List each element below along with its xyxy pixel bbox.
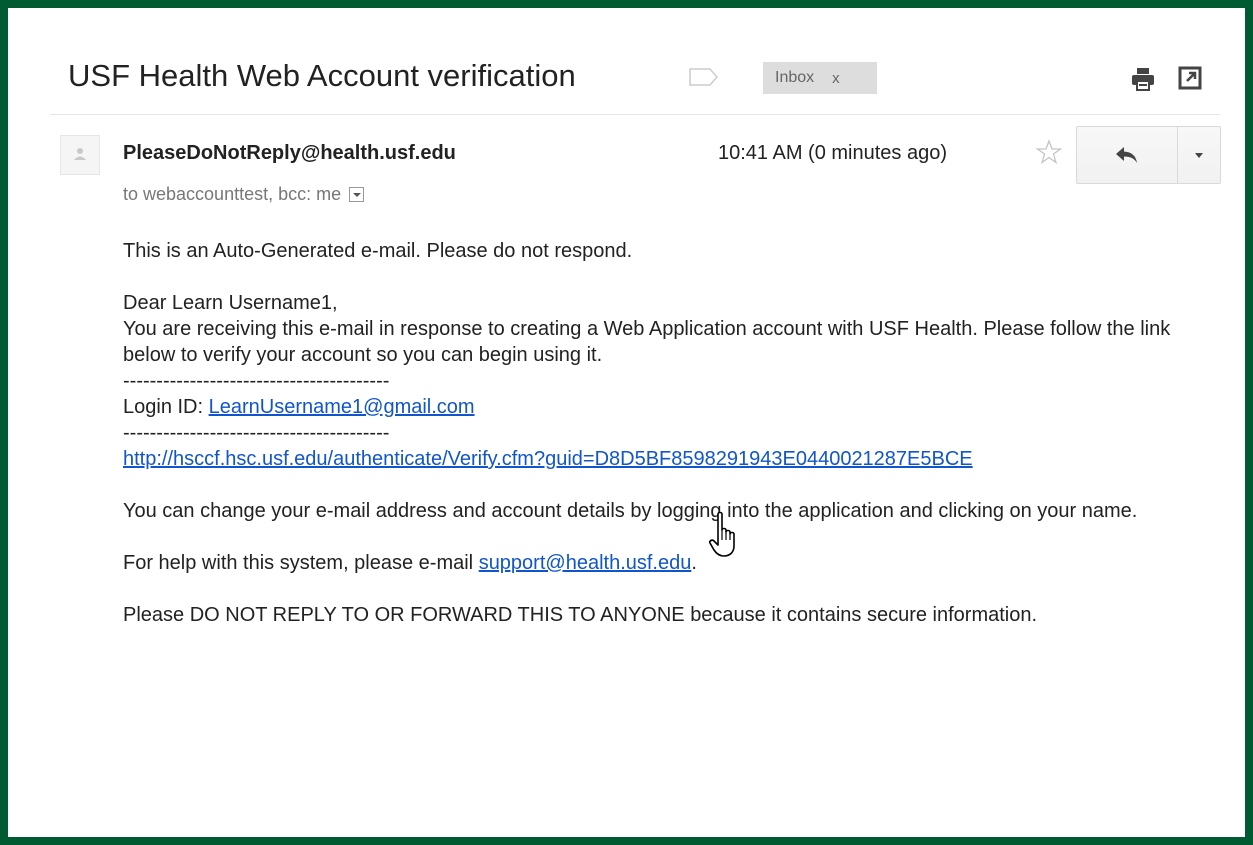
star-icon[interactable]: [1035, 139, 1063, 165]
recipients-line: to webaccounttest, bcc: me: [123, 184, 365, 205]
subject-divider: [50, 114, 1220, 115]
inbox-label-text: Inbox: [775, 69, 815, 86]
sender-avatar: [60, 135, 100, 175]
more-options-button[interactable]: [1178, 127, 1220, 183]
remove-label-button[interactable]: x: [832, 70, 840, 87]
reply-button-group: [1076, 126, 1221, 184]
reply-button[interactable]: [1077, 127, 1178, 183]
verify-link[interactable]: http://hsccf.hsc.usf.edu/authenticate/Ve…: [123, 448, 973, 470]
support-email-link[interactable]: support@health.usf.edu: [479, 552, 692, 574]
help-line: For help with this system, please e-mail…: [123, 550, 1193, 576]
email-body: This is an Auto-Generated e-mail. Please…: [123, 238, 1193, 628]
print-icon[interactable]: [1130, 66, 1156, 92]
help-prefix: For help with this system, please e-mail: [123, 552, 479, 574]
login-id-label: Login ID:: [123, 396, 209, 418]
email-subject: USF Health Web Account verification: [68, 58, 576, 93]
help-suffix: .: [691, 552, 697, 574]
auto-generated-notice: This is an Auto-Generated e-mail. Please…: [123, 240, 633, 262]
label-icon[interactable]: [688, 66, 720, 88]
subject-row: USF Health Web Account verification Inbo…: [48, 48, 1223, 114]
greeting: Dear Learn Username1,: [123, 292, 338, 314]
email-frame: USF Health Web Account verification Inbo…: [0, 0, 1253, 845]
sender-address[interactable]: PleaseDoNotReply@health.usf.edu: [123, 142, 456, 165]
login-email-link[interactable]: LearnUsername1@gmail.com: [209, 396, 475, 418]
person-icon: [74, 148, 86, 160]
inbox-label-chip[interactable]: Inbox x: [763, 62, 877, 94]
change-details-paragraph: You can change your e-mail address and a…: [123, 500, 1138, 522]
intro-paragraph: You are receiving this e-mail in respons…: [123, 318, 1171, 366]
reply-icon: [1116, 147, 1137, 163]
email-timestamp: 10:41 AM (0 minutes ago): [718, 142, 948, 164]
separator-line: ----------------------------------------: [123, 422, 390, 444]
show-details-button[interactable]: [349, 187, 365, 202]
warning-paragraph: Please DO NOT REPLY TO OR FORWARD THIS T…: [123, 604, 1038, 626]
recipients-text: to webaccounttest, bcc: me: [123, 184, 342, 204]
verify-link-line: http://hsccf.hsc.usf.edu/authenticate/Ve…: [123, 446, 1193, 472]
login-id-line: Login ID: LearnUsername1@gmail.com: [123, 394, 1193, 420]
hand-pointer-icon: [706, 510, 746, 560]
chevron-down-icon: [1195, 152, 1203, 158]
popout-icon[interactable]: [1178, 66, 1202, 90]
separator-line: ----------------------------------------: [123, 370, 390, 392]
